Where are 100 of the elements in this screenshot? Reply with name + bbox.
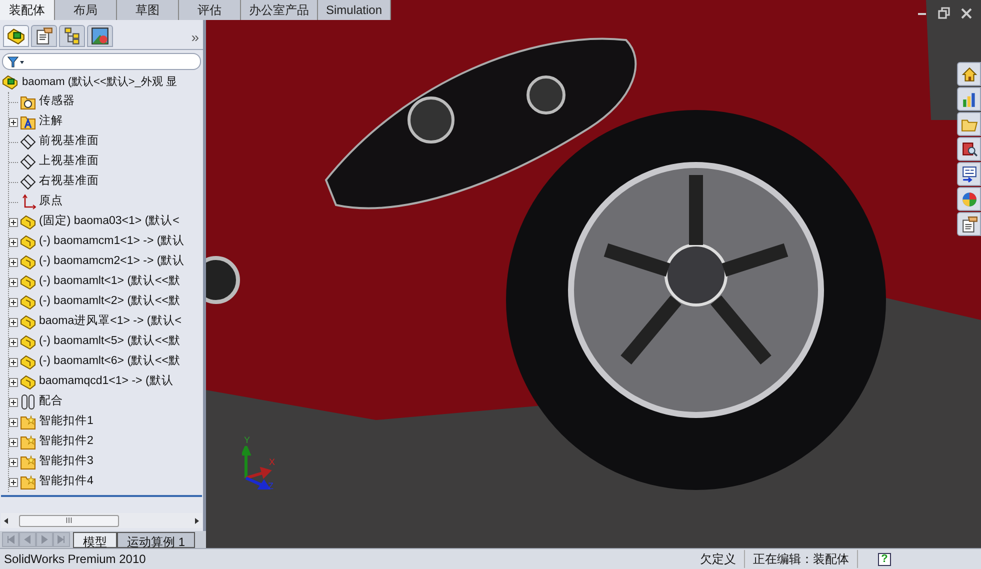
hierarchy-icon (63, 27, 81, 45)
part-icon (20, 214, 36, 230)
command-tab[interactable]: 布局 (55, 0, 117, 20)
sphere-icon (960, 190, 978, 208)
help-button[interactable]: ? (878, 552, 891, 566)
horizontal-scrollbar[interactable]: III (1, 513, 202, 528)
plane-icon (20, 134, 36, 150)
tree-item[interactable]: 上视基准面 (39, 153, 99, 171)
scrollbar-thumb[interactable]: III (19, 514, 119, 526)
expand-toggle[interactable] (9, 298, 18, 306)
tree-item[interactable]: (-) baomamlt<1> (默认<<默 (39, 273, 180, 291)
tree-item[interactable]: (固定) baoma03<1> (默认< (39, 213, 180, 231)
assembly-icon (7, 27, 25, 45)
command-tab[interactable]: Simulation (318, 0, 392, 20)
expand-toggle[interactable] (9, 398, 18, 406)
close-icon (960, 8, 972, 18)
command-tab[interactable]: 办公室产品 (241, 0, 318, 20)
panel-tab[interactable] (87, 25, 113, 47)
bar-chart-icon (960, 90, 978, 108)
tree-item[interactable]: 智能扣件1 (39, 413, 94, 431)
tree-item[interactable]: 配合 (39, 393, 63, 411)
part-icon (20, 274, 36, 290)
clipboard-hand-tab[interactable] (957, 212, 981, 236)
expand-toggle[interactable] (9, 238, 18, 246)
bottom-tab[interactable]: 运动算例 1 (117, 532, 195, 548)
tree-item[interactable]: 前视基准面 (39, 133, 99, 151)
tree-item[interactable]: baomam (默认<<默认>_外观 显 (22, 74, 177, 90)
status-text: 正在编辑：装配体 (745, 550, 858, 568)
expand-toggle[interactable] (9, 338, 18, 346)
expand-toggle[interactable] (9, 438, 18, 446)
paperclip-icon (20, 394, 36, 410)
tree-item[interactable]: 智能扣件3 (39, 453, 94, 471)
folder-star-icon (20, 434, 36, 450)
expand-toggle[interactable] (9, 458, 18, 466)
filter-icon (7, 56, 25, 68)
tree-item[interactable]: baomamqcd1<1> -> (默认 (39, 373, 174, 391)
command-tab[interactable]: 装配体 (0, 0, 55, 20)
tree-item[interactable]: 传感器 (39, 93, 75, 111)
tree-item[interactable]: 注解 (39, 113, 63, 131)
expand-toggle[interactable] (9, 278, 18, 286)
assembly-icon (2, 74, 18, 90)
folder-gauge-icon (20, 94, 36, 110)
tree-item[interactable]: (-) baomamlt<6> (默认<<默 (39, 353, 180, 371)
command-tab[interactable]: 草图 (117, 0, 179, 20)
next-icon (40, 535, 49, 544)
house-tab[interactable] (957, 62, 981, 86)
part-icon (20, 354, 36, 370)
folder-star-icon (20, 474, 36, 490)
part-icon (20, 334, 36, 350)
tree-item[interactable]: (-) baomamcm2<1> -> (默认 (39, 253, 185, 271)
clipboard-hand-icon (960, 216, 978, 232)
sphere-tab[interactable] (957, 187, 981, 211)
previous-icon (23, 535, 32, 544)
magnifier-icon (960, 140, 978, 158)
tree-item[interactable]: (-) baomamlt<5> (默认<<默 (39, 333, 180, 351)
folder-letter-icon (20, 114, 36, 130)
first-icon (6, 535, 15, 544)
command-tab[interactable]: 评估 (179, 0, 241, 20)
expand-toggle[interactable] (9, 378, 18, 386)
expand-toggle[interactable] (9, 478, 18, 486)
bar-chart-tab[interactable] (957, 87, 981, 111)
close-button[interactable] (959, 6, 973, 20)
part-icon (20, 294, 36, 310)
axis-label: Z (268, 482, 274, 491)
origin-icon (20, 194, 36, 210)
more-tabs-button[interactable]: » (191, 30, 199, 47)
tree-item[interactable]: (-) baomamcm1<1> -> (默认 (39, 233, 185, 251)
bottom-tab[interactable]: 模型 (73, 532, 117, 548)
tree-item[interactable]: 智能扣件4 (39, 473, 94, 491)
plane-icon (20, 154, 36, 170)
expand-toggle[interactable] (9, 258, 18, 266)
last-icon (57, 535, 66, 544)
product-name: SolidWorks Premium 2010 (3, 551, 146, 568)
plane-icon (20, 174, 36, 190)
tree-item[interactable]: baoma进风罩<1> -> (默认< (39, 313, 182, 331)
tree-item[interactable]: 右视基准面 (39, 173, 99, 191)
tree-item[interactable]: (-) baomamlt<2> (默认<<默 (39, 293, 180, 311)
house-icon (960, 66, 978, 82)
part-icon (20, 314, 36, 330)
expand-toggle[interactable] (9, 358, 18, 366)
tree-item[interactable]: 原点 (39, 193, 63, 211)
part-icon (20, 374, 36, 390)
palette-icon (91, 27, 109, 45)
expand-toggle[interactable] (9, 118, 18, 126)
filter-field[interactable] (2, 53, 201, 70)
axis-label: X (269, 458, 276, 467)
restore-button[interactable] (937, 6, 951, 20)
panel-tab[interactable] (3, 25, 29, 47)
expand-toggle[interactable] (9, 418, 18, 426)
folder-star-icon (20, 454, 36, 470)
panel-tab[interactable] (31, 25, 57, 47)
part-icon (20, 254, 36, 270)
magnifier-tab[interactable] (957, 137, 981, 161)
expand-toggle[interactable] (9, 218, 18, 226)
expand-toggle[interactable] (9, 318, 18, 326)
clipboard-hand-icon (35, 27, 53, 45)
form-arrow-tab[interactable] (957, 162, 981, 186)
panel-tab[interactable] (59, 25, 85, 47)
status-text: 欠定义 (692, 550, 745, 568)
tree-item[interactable]: 智能扣件2 (39, 433, 94, 451)
